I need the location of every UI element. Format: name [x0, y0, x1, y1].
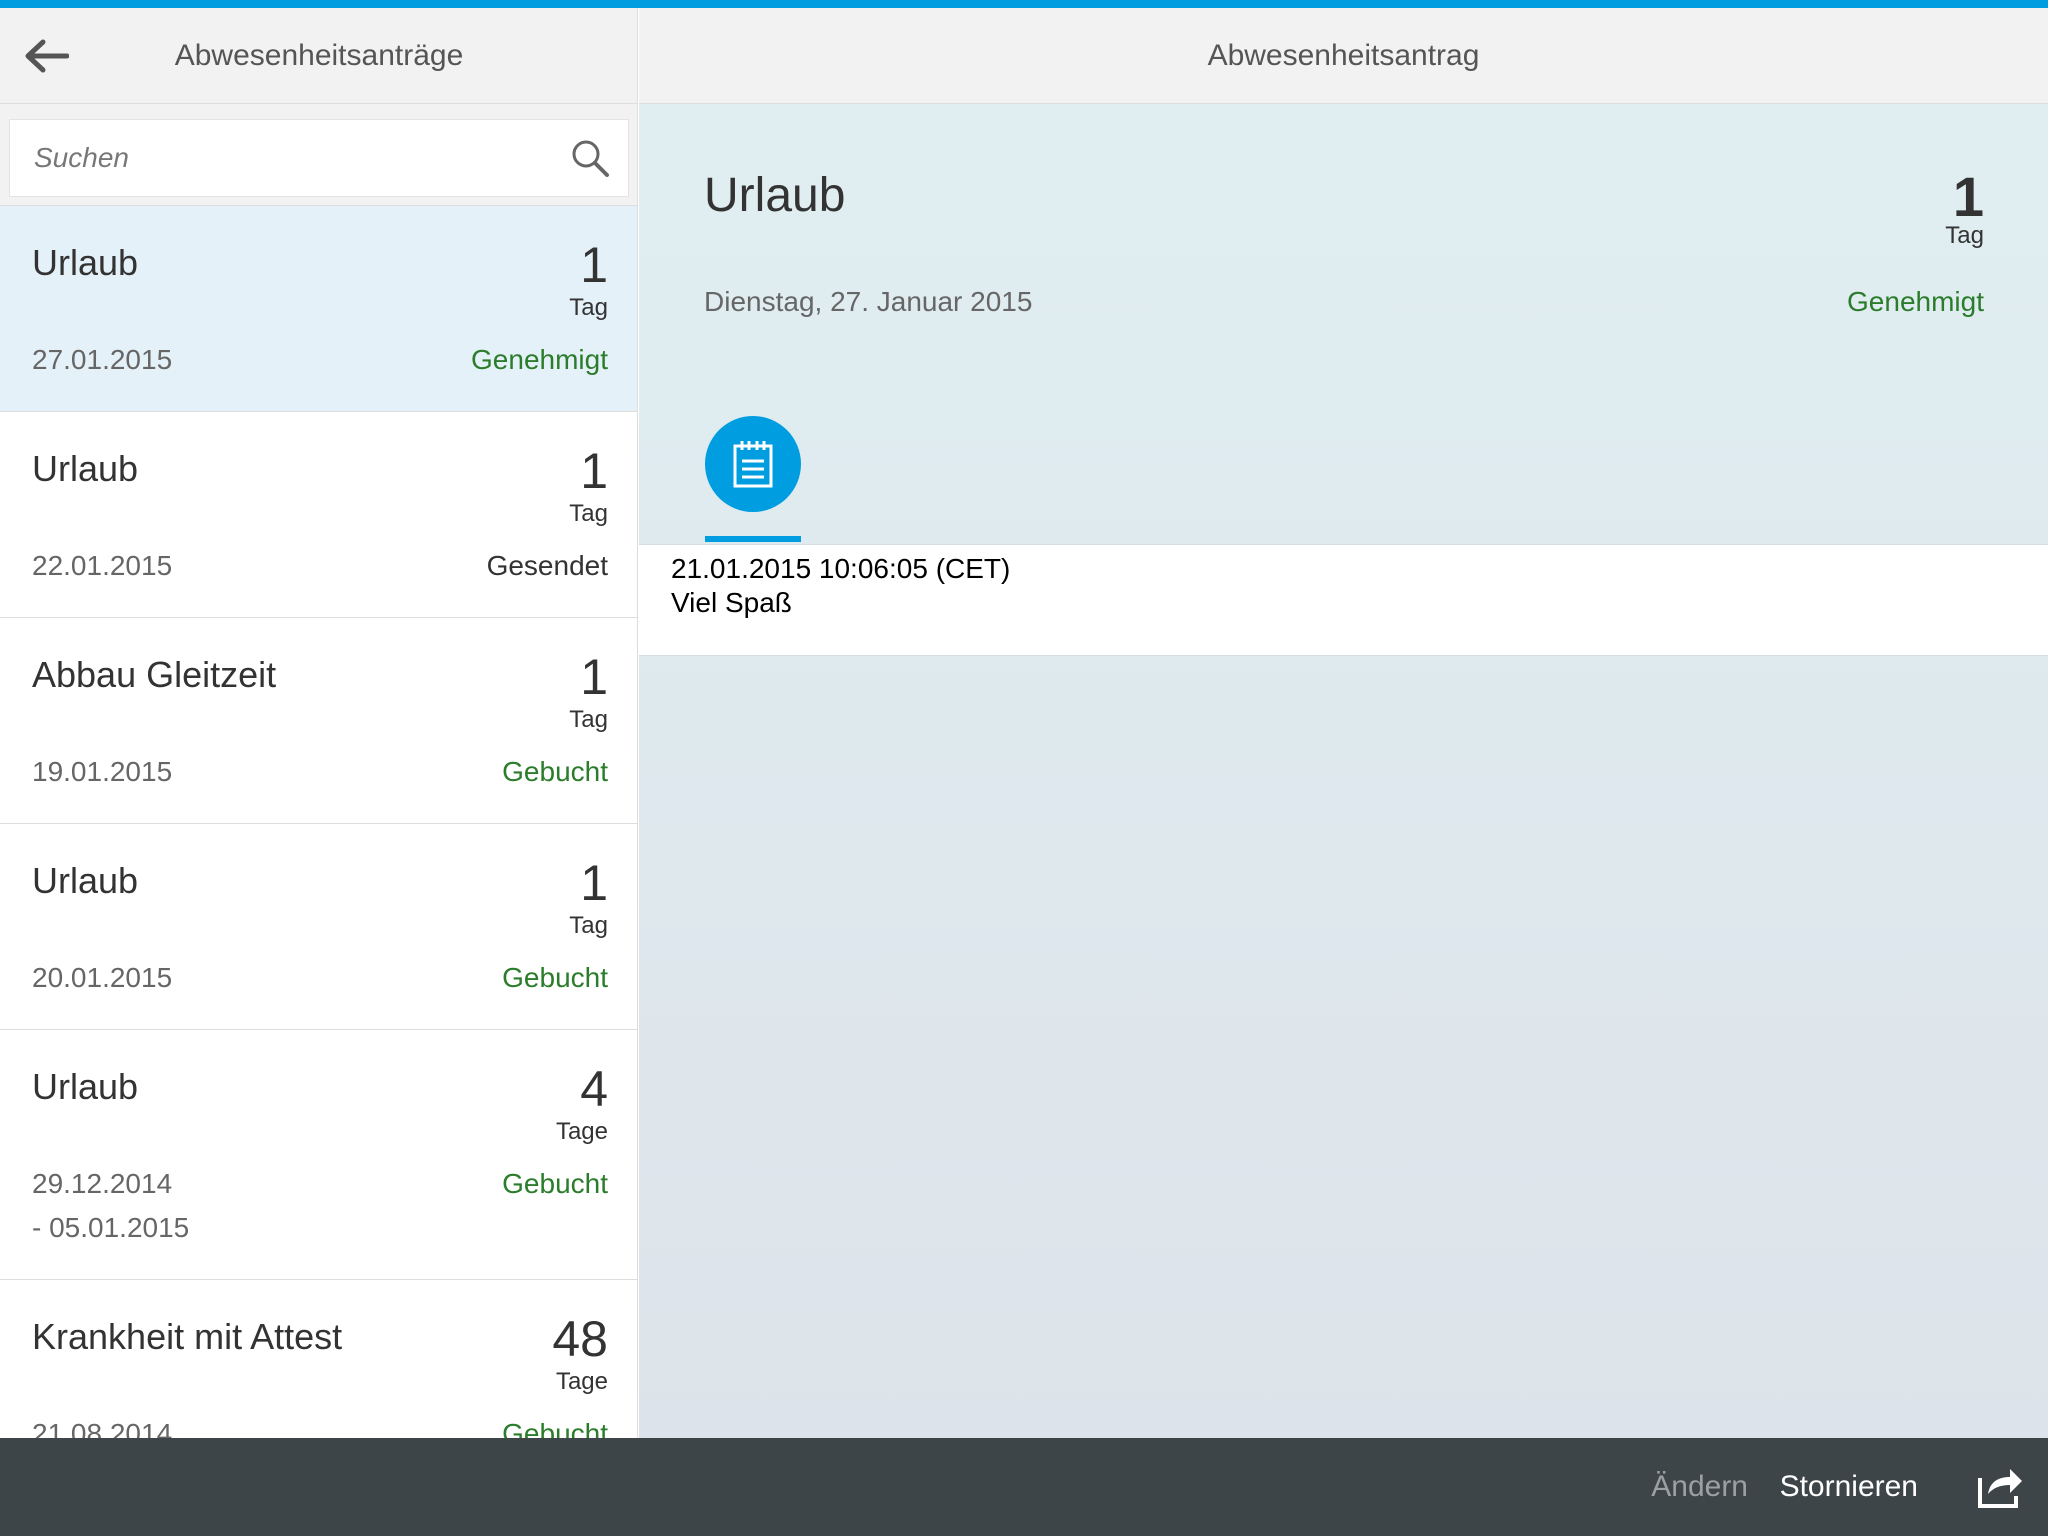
search-input[interactable] [34, 120, 554, 196]
item-date-end: - 05.01.2015 [32, 1212, 190, 1243]
item-title: Urlaub [32, 860, 139, 901]
item-date: 19.01.2015 [32, 756, 173, 787]
item-status: Gebucht [502, 756, 608, 787]
item-status: Genehmigt [471, 344, 608, 375]
object-number: 1 [1952, 165, 1984, 228]
item-status: Gebucht [502, 962, 608, 993]
notes-icon [733, 441, 773, 488]
detail-header: Abwesenheitsantrag [639, 8, 2048, 104]
item-unit: Tag [569, 706, 608, 733]
item-title: Krankheit mit Attest [32, 1316, 343, 1357]
list-item[interactable]: Krankheit mit Attest 48 Tage 21.08.2014 Gebu… [0, 1280, 637, 1438]
item-number: 48 [552, 1311, 608, 1367]
item-status: Gebucht [502, 1168, 608, 1199]
list-item[interactable]: Urlaub 4 Tage 29.12.2014 - 05.01.2015 Gebucht [0, 1030, 637, 1280]
note-panel: 21.01.2015 10:06:05 (CET) Viel Spaß [639, 544, 2048, 656]
item-unit: Tag [569, 912, 608, 939]
cancel-request-button[interactable]: Stornieren [1780, 1438, 1918, 1536]
item-status: Gesendet [486, 550, 608, 581]
note-timestamp: 21.01.2015 10:06:05 (CET) [671, 553, 1011, 584]
share-icon[interactable] [1976, 1464, 2024, 1510]
tab-notes[interactable] [705, 416, 801, 512]
master-pane: Abwesenheitsanträge Urlaub1Tag27.01.2015… [0, 8, 638, 1438]
item-title: Abbau Gleitzeit [32, 654, 277, 695]
object-title: Urlaub [704, 169, 846, 222]
item-unit: Tag [569, 500, 608, 527]
item-title: Urlaub [32, 448, 139, 489]
item-unit: Tage [555, 1368, 608, 1395]
item-number: 4 [580, 1061, 608, 1117]
item-unit: Tage [555, 1118, 608, 1145]
master-header: Abwesenheitsanträge [0, 8, 637, 104]
list-item[interactable]: Urlaub 1 Tag 27.01.2015 Genehmigt [0, 206, 637, 412]
item-number: 1 [580, 855, 608, 911]
object-unit: Tag [1945, 222, 1984, 249]
item-date: 22.01.2015 [32, 550, 173, 581]
object-status: Genehmigt [1847, 286, 1984, 317]
edit-button[interactable]: Ändern [1651, 1438, 1748, 1536]
object-date: Dienstag, 27. Januar 2015 [704, 286, 1033, 317]
list-item[interactable]: Urlaub 1 Tag 20.01.2015 Gebucht [0, 824, 637, 1030]
item-date: 21.08.2014 [32, 1418, 173, 1438]
item-status: Gebucht [502, 1418, 608, 1438]
arrow-left-icon [25, 39, 69, 73]
back-button[interactable] [18, 34, 74, 78]
detail-title: Abwesenheitsantrag [1207, 39, 1480, 72]
request-list: Urlaub 1 Tag 27.01.2015 Genehmigt Urlaub 1 Tag 2… [0, 206, 637, 1438]
tab-selected-indicator [705, 536, 801, 542]
item-number: 1 [580, 237, 608, 293]
search-box [9, 119, 629, 197]
item-number: 1 [580, 443, 608, 499]
search-bar [0, 104, 637, 206]
item-date: 27.01.2015 [32, 344, 173, 375]
note-text: Viel Spaß [671, 587, 792, 618]
item-number: 1 [580, 649, 608, 705]
item-title: Urlaub [32, 1066, 139, 1107]
item-date: 29.12.2014 [32, 1168, 173, 1199]
master-title: Abwesenheitsanträge [174, 39, 464, 72]
search-icon[interactable] [570, 138, 610, 178]
item-unit: Tag [569, 294, 608, 321]
footer-toolbar: Ändern Stornieren [0, 1438, 2048, 1536]
item-date: 20.01.2015 [32, 962, 173, 993]
list-item[interactable]: Urlaub 1 Tag 22.01.2015 Gesendet [0, 412, 637, 618]
top-accent-bar [0, 0, 2048, 8]
list-item[interactable]: Abbau Gleitzeit 1 Tag 19.01.2015 Gebucht [0, 618, 637, 824]
item-title: Urlaub [32, 242, 139, 283]
detail-pane: Abwesenheitsantrag Urlaub 1 Tag Dienstag… [639, 8, 2048, 1438]
